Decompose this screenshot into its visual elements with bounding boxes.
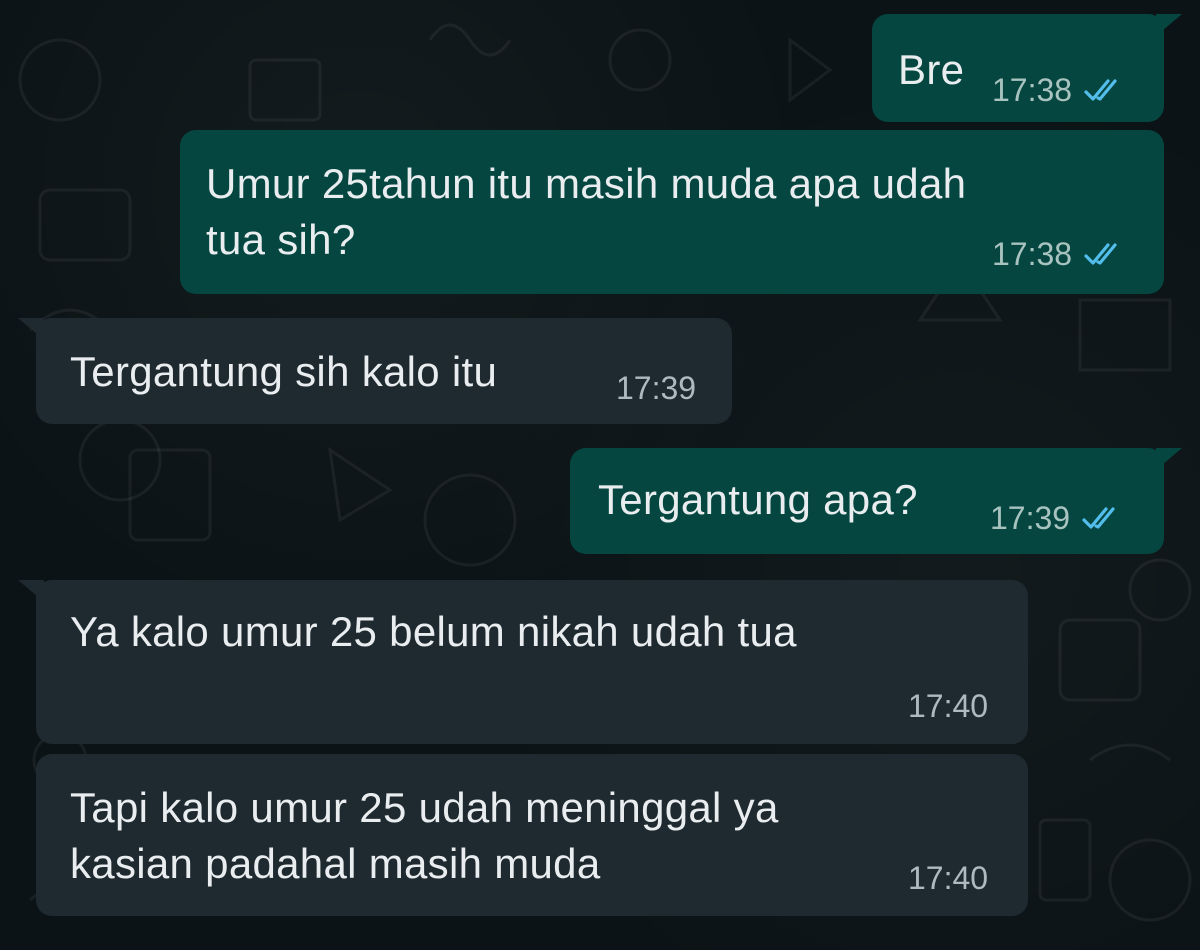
message-time: 17:38 (992, 72, 1073, 108)
message-text: Bre (898, 46, 965, 93)
message-meta: 17:38 (992, 236, 1122, 273)
message-time: 17:38 (992, 236, 1073, 272)
message-text: Umur 25tahun itu masih muda apa udah tua… (206, 160, 967, 263)
incoming-message[interactable]: Tapi kalo umur 25 udah meninggal ya kasi… (36, 754, 1028, 916)
double-check-read-icon (1082, 242, 1122, 268)
double-check-read-icon (1080, 506, 1120, 532)
message-time: 17:40 (908, 688, 989, 724)
message-meta: 17:39 (616, 370, 696, 407)
message-text: Ya kalo umur 25 belum nikah udah tua (70, 608, 797, 655)
message-meta: 17:38 (992, 72, 1122, 109)
outgoing-message[interactable]: Bre 17:38 (872, 14, 1182, 122)
double-check-read-icon (1082, 78, 1122, 104)
bubble-tail (1156, 14, 1182, 36)
message-time: 17:40 (908, 860, 989, 896)
message-text: Tapi kalo umur 25 udah meninggal ya kasi… (70, 784, 779, 887)
message-text: Tergantung sih kalo itu (70, 348, 498, 395)
outgoing-message[interactable]: Tergantung apa? 17:39 (570, 448, 1182, 554)
incoming-message[interactable]: Tergantung sih kalo itu 17:39 (18, 318, 732, 424)
message-time: 17:39 (616, 370, 697, 406)
message-meta: 17:39 (990, 500, 1120, 537)
bubble-tail (18, 318, 44, 340)
message-time: 17:39 (990, 500, 1071, 536)
bubble-tail (1156, 448, 1182, 470)
message-text: Tergantung apa? (598, 476, 918, 523)
bubble-tail (18, 580, 44, 602)
message-meta: 17:40 (908, 688, 988, 725)
incoming-message[interactable]: Ya kalo umur 25 belum nikah udah tua 17:… (18, 580, 1028, 744)
outgoing-message[interactable]: Umur 25tahun itu masih muda apa udah tua… (180, 130, 1164, 294)
message-meta: 17:40 (908, 860, 988, 897)
